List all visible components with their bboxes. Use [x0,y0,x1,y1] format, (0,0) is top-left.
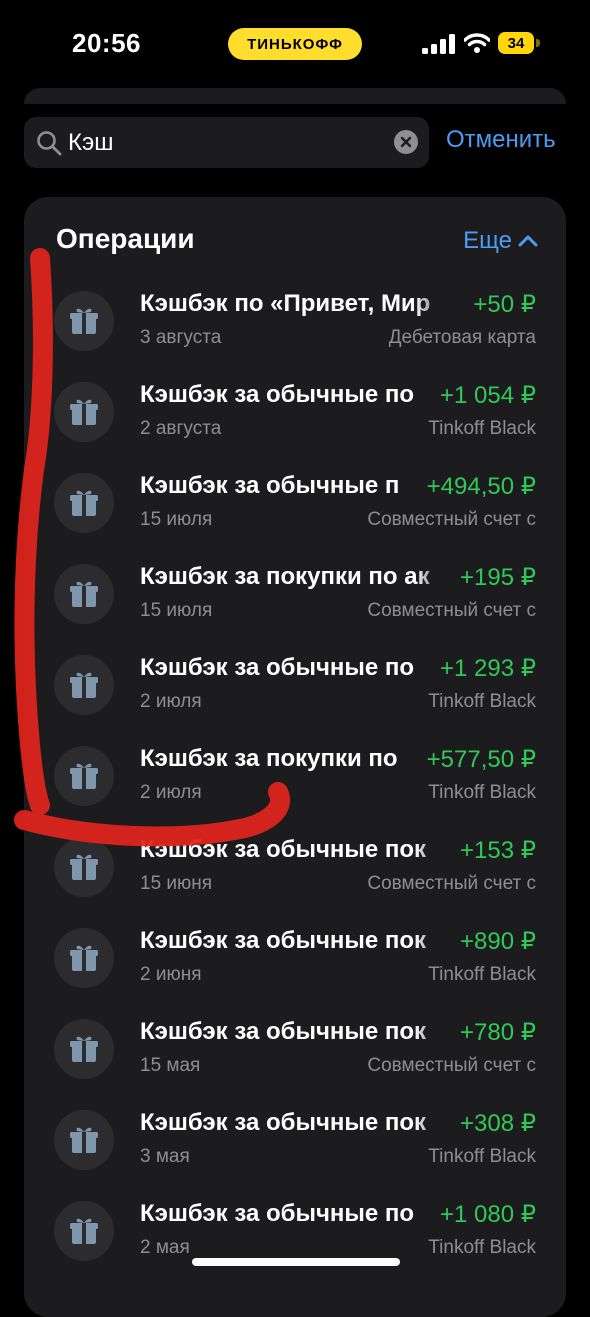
operation-row[interactable]: Кэшбэк за обычные по +1 080 ₽ 2 мая Tinkoff… [24,1197,566,1288]
gift-icon [54,1201,114,1261]
gift-icon [54,564,114,624]
operation-title: Кэшбэк за обычные по [140,1200,415,1227]
operation-row[interactable]: Кэшбэк за обычные пок +890 ₽ 2 июня Tinkoff… [24,924,566,1015]
search-bar[interactable] [24,117,429,168]
operation-title: Кэшбэк за обычные пок [140,1109,427,1136]
operation-row[interactable]: Кэшбэк за обычные по +1 054 ₽ 2 августа Tin… [24,378,566,469]
operation-amount: +1 293 ₽ [435,654,536,683]
battery-tip [536,39,540,47]
operation-date: 15 июля [140,509,213,530]
operation-row[interactable]: Кэшбэк за обычные п +494,50 ₽ 15 июля Совме… [24,469,566,560]
operation-account: Tinkoff Black [428,691,536,712]
search-input[interactable] [68,125,398,161]
gift-icon [54,473,114,533]
operation-date: 3 августа [140,327,222,348]
operation-amount: +308 ₽ [456,1109,536,1138]
operation-title: Кэшбэк за обычные пок [140,1018,427,1045]
operation-row[interactable]: Кэшбэк за обычные по +1 293 ₽ 2 июля Tinkof… [24,651,566,742]
operation-amount: +195 ₽ [456,563,536,592]
operation-title: Кэшбэк по «Привет, Мир [140,290,431,317]
operation-account: Tinkoff Black [428,964,536,985]
search-icon [37,131,62,156]
operation-account: Tinkoff Black [428,782,536,803]
gift-icon [54,1019,114,1079]
operation-row[interactable]: Кэшбэк за обычные пок +308 ₽ 3 мая Tinkoff … [24,1106,566,1197]
battery-indicator: 34 [498,32,542,56]
operation-title: Кэшбэк за обычные пок [140,927,427,954]
operations-card: Операции Еще Кэшбэк по «Привет, Мир +50 ₽… [24,197,566,1317]
chevron-up-icon [518,235,538,247]
operation-title: Кэшбэк за обычные пок [140,836,427,863]
gift-icon [54,928,114,988]
sheet-edge [24,88,566,104]
gift-icon [54,746,114,806]
operation-title: Кэшбэк за обычные п [140,472,400,499]
operation-date: 2 июля [140,782,202,803]
wifi-icon [464,33,490,53]
more-button[interactable]: Еще [463,227,538,255]
operation-date: 15 мая [140,1055,201,1076]
cancel-button[interactable]: Отменить [446,126,556,154]
operation-title: Кэшбэк за покупки по ак [140,563,430,590]
operation-date: 15 июля [140,600,213,621]
operation-title: Кэшбэк за покупки по [140,745,398,772]
operation-amount: +1 080 ₽ [435,1200,536,1229]
operation-row[interactable]: Кэшбэк за покупки по +577,50 ₽ 2 июля Tinko… [24,742,566,833]
operation-account: Tinkoff Black [428,1237,536,1258]
operation-account: Tinkoff Black [428,418,536,439]
operation-amount: +577,50 ₽ [422,745,536,774]
operations-title: Операции [56,223,195,254]
battery-level: 34 [498,32,534,54]
home-indicator[interactable] [192,1258,400,1266]
gift-icon [54,655,114,715]
more-label: Еще [463,227,512,254]
operation-account: Совместный счет с [367,873,536,894]
operation-date: 2 июля [140,691,202,712]
operation-date: 2 июня [140,964,202,985]
operation-amount: +494,50 ₽ [422,472,536,501]
brand-pill: ТИНЬКОФФ [228,28,362,60]
operation-date: 15 июня [140,873,213,894]
gift-icon [54,837,114,897]
operation-account: Совместный счет с [367,509,536,530]
operation-account: Совместный счет с [367,1055,536,1076]
status-bar: 20:56 ТИНЬКОФФ 34 [0,0,590,90]
operation-account: Tinkoff Black [428,1146,536,1167]
signal-icon [422,34,455,54]
operation-row[interactable]: Кэшбэк за обычные пок +780 ₽ 15 мая Совмест… [24,1015,566,1106]
gift-icon [54,1110,114,1170]
operation-date: 2 мая [140,1237,190,1258]
clear-icon[interactable] [394,130,418,154]
operation-amount: +153 ₽ [456,836,536,865]
operation-account: Дебетовая карта [388,327,536,348]
gift-icon [54,291,114,351]
operation-amount: +780 ₽ [456,1018,536,1047]
status-time: 20:56 [72,28,141,58]
operation-date: 3 мая [140,1146,190,1167]
operation-amount: +890 ₽ [456,927,536,956]
operation-title: Кэшбэк за обычные по [140,654,415,681]
gift-icon [54,382,114,442]
operation-title: Кэшбэк за обычные по [140,381,415,408]
operation-row[interactable]: Кэшбэк по «Привет, Мир +50 ₽ 3 августа Дебе… [24,287,566,378]
operation-account: Совместный счет с [367,600,536,621]
operation-row[interactable]: Кэшбэк за покупки по ак +195 ₽ 15 июля Совм… [24,560,566,651]
operation-row[interactable]: Кэшбэк за обычные пок +153 ₽ 15 июня Совмес… [24,833,566,924]
operation-amount: +50 ₽ [469,290,536,319]
operation-amount: +1 054 ₽ [435,381,536,410]
operation-date: 2 августа [140,418,222,439]
